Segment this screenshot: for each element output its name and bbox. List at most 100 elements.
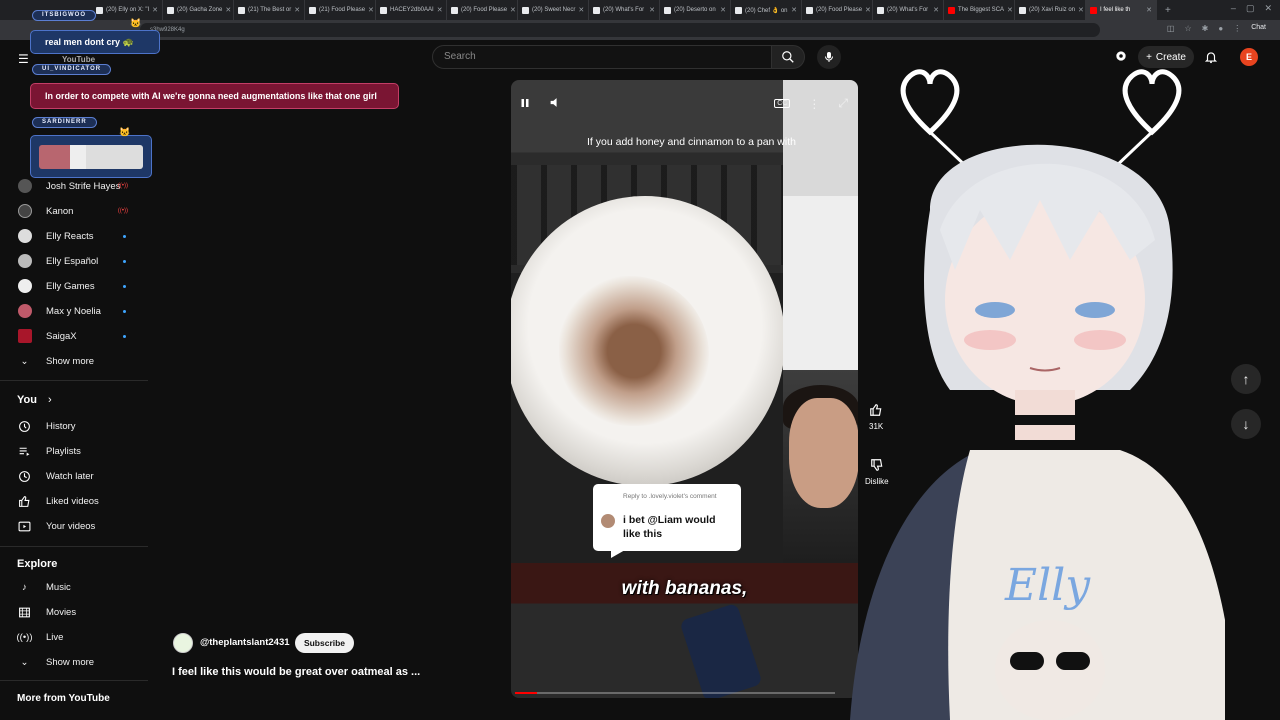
browser-tab[interactable]: HACEY2db0AAI ✕ xyxy=(376,0,447,20)
close-tab-icon[interactable]: ✕ xyxy=(1146,6,1152,14)
browser-tab[interactable]: (20) What's For ✕ xyxy=(589,0,660,20)
tab-favicon-icon xyxy=(238,6,245,14)
sidebar-item-your-videos[interactable]: Your videos xyxy=(17,516,142,536)
browser-tab[interactable]: (20) Sweet Necr ✕ xyxy=(518,0,589,20)
browser-tab[interactable]: (20) Deserto on ✕ xyxy=(660,0,731,20)
channel-avatar-icon xyxy=(17,329,32,344)
search-button[interactable] xyxy=(771,45,805,69)
live-indicator-icon: ((•)) xyxy=(117,208,128,214)
comment-reply-card: Reply to .lovely.violet's comment i bet … xyxy=(593,484,741,558)
shirt-logo-text: Elly xyxy=(1004,560,1091,611)
sidebar-item-subscription[interactable]: Elly Reacts xyxy=(17,226,142,246)
sidebar-item-label: Max y Noelia xyxy=(46,305,101,317)
sidebar-section-you[interactable]: You › xyxy=(17,394,52,406)
sidebar-item-liked-videos[interactable]: Liked videos xyxy=(17,491,142,511)
browser-tab[interactable]: (20) What's For ✕ xyxy=(873,0,944,20)
minimize-icon[interactable]: – xyxy=(1231,3,1236,14)
pause-icon[interactable] xyxy=(519,96,531,114)
tab-label: (20) Sweet Necr xyxy=(532,7,576,13)
tab-favicon-icon xyxy=(309,6,316,14)
browser-tab[interactable]: (20) Gacha Zone ✕ xyxy=(163,0,234,20)
previous-short-button[interactable]: ↑ xyxy=(1231,364,1261,394)
sidebar-item-subscription[interactable]: Kanon ((•)) xyxy=(17,201,142,221)
volume-icon[interactable] xyxy=(549,96,562,114)
sidebar-item-label: Movies xyxy=(46,606,77,618)
short-video-player[interactable]: CC ⋮ ⤢ If you add honey and cinnamon to … xyxy=(511,80,858,698)
close-tab-icon[interactable]: ✕ xyxy=(437,6,443,14)
search-input[interactable]: Search xyxy=(432,45,772,69)
channel-avatar[interactable] xyxy=(173,633,193,653)
close-tab-icon[interactable]: ✕ xyxy=(510,6,516,14)
tab-label: (20) Elly on X: "I xyxy=(106,7,150,13)
sidebar-item-history[interactable]: History xyxy=(17,416,142,436)
youtube-logo[interactable]: YouTube xyxy=(62,55,95,64)
close-tab-icon[interactable]: ✕ xyxy=(1078,6,1084,14)
browser-tab-active[interactable]: I feel like th ✕ xyxy=(1086,0,1157,20)
close-tab-icon[interactable]: ✕ xyxy=(865,6,871,14)
close-tab-icon[interactable]: ✕ xyxy=(1007,6,1013,14)
divider xyxy=(0,546,148,547)
sidebar-item-subscription[interactable]: SaigaX xyxy=(17,326,142,346)
close-tab-icon[interactable]: ✕ xyxy=(294,6,300,14)
profile-icon[interactable]: ● xyxy=(1218,24,1223,33)
extensions-puzzle-icon[interactable]: ✱ xyxy=(1202,24,1209,33)
channel-avatar-icon xyxy=(17,204,32,219)
new-tab-button[interactable]: + xyxy=(1165,5,1171,16)
caption-top: If you add honey and cinnamon to a pan w… xyxy=(587,136,796,148)
browser-tab[interactable]: (20) Xavi Ruiz on ✕ xyxy=(1015,0,1086,20)
bookmark-star-icon[interactable]: ☆ xyxy=(1184,24,1191,33)
close-tab-icon[interactable]: ✕ xyxy=(152,6,158,14)
avatar-blush-left xyxy=(964,330,1016,350)
sidebar-item-subscription[interactable]: Josh Strife Hayes ((•)) xyxy=(17,176,142,196)
close-tab-icon[interactable]: ✕ xyxy=(225,6,231,14)
tab-label: (20) Food Please xyxy=(816,7,863,13)
account-avatar[interactable]: E xyxy=(1240,48,1258,66)
browser-tab[interactable]: The Biggest SCA ✕ xyxy=(944,0,1015,20)
sidebar-item-subscription[interactable]: Elly Español xyxy=(17,251,142,271)
menu-dots-icon[interactable]: ⋮ xyxy=(1233,24,1241,33)
sidebar-show-more-subscriptions[interactable]: ⌄ Show more xyxy=(17,351,142,371)
window-controls: – ▢ ✕ xyxy=(1231,3,1272,14)
sidebar-item-label: Your videos xyxy=(46,520,96,532)
chevron-right-icon: › xyxy=(48,394,52,406)
close-tab-icon[interactable]: ✕ xyxy=(368,6,374,14)
more-options-icon[interactable]: ⋮ xyxy=(808,97,820,111)
sidebar-item-watch-later[interactable]: Watch later xyxy=(17,466,142,486)
browser-tab[interactable]: (20) Food Please ✕ xyxy=(802,0,873,20)
sidebar-show-more-explore[interactable]: ⌄ Show more xyxy=(17,652,142,672)
extension-icon[interactable]: ◫ xyxy=(1167,24,1175,33)
subscribe-button[interactable]: Subscribe xyxy=(295,633,354,653)
close-tab-icon[interactable]: ✕ xyxy=(720,6,726,14)
next-short-button[interactable]: ↓ xyxy=(1231,409,1261,439)
close-tab-icon[interactable]: ✕ xyxy=(933,6,939,14)
browser-tab[interactable]: (21) The Best or ✕ xyxy=(234,0,305,20)
url-field[interactable]: s3hw928K4g xyxy=(140,23,1100,37)
browser-tab[interactable]: (20) Chef 👌 on ✕ xyxy=(731,0,802,20)
menu-icon[interactable]: ☰ xyxy=(18,52,29,66)
browser-tab[interactable]: (20) Elly on X: "I ✕ xyxy=(92,0,163,20)
close-tab-icon[interactable]: ✕ xyxy=(649,6,655,14)
divider xyxy=(0,380,148,381)
browser-tab[interactable]: (20) Food Please ✕ xyxy=(447,0,518,20)
video-progress-bar[interactable] xyxy=(515,692,835,694)
chat-button[interactable]: Chat xyxy=(1251,24,1266,33)
sidebar-item-subscription[interactable]: Elly Games xyxy=(17,276,142,296)
tab-label: (20) Chef 👌 on xyxy=(745,7,788,14)
captions-button[interactable]: CC xyxy=(774,99,791,108)
sidebar-item-subscription[interactable]: Max y Noelia xyxy=(17,301,142,321)
live-indicator-icon: ((•)) xyxy=(117,183,128,189)
thumbs-up-icon xyxy=(17,494,32,509)
sidebar-item-music[interactable]: ♪ Music xyxy=(17,577,142,597)
frying-pan xyxy=(511,196,785,486)
browser-tab[interactable]: (21) Food Please ✕ xyxy=(305,0,376,20)
channel-avatar-icon xyxy=(17,179,32,194)
close-tab-icon[interactable]: ✕ xyxy=(578,6,584,14)
sidebar-item-live[interactable]: ((•)) Live xyxy=(17,627,142,647)
sidebar-item-playlists[interactable]: Playlists xyxy=(17,441,142,461)
tab-label: I feel like th xyxy=(1100,7,1131,13)
sidebar-item-movies[interactable]: Movies xyxy=(17,602,142,622)
close-tab-icon[interactable]: ✕ xyxy=(791,6,797,14)
close-window-icon[interactable]: ✕ xyxy=(1264,3,1272,14)
channel-handle[interactable]: @theplantslant2431 xyxy=(200,637,290,648)
maximize-icon[interactable]: ▢ xyxy=(1246,3,1255,14)
